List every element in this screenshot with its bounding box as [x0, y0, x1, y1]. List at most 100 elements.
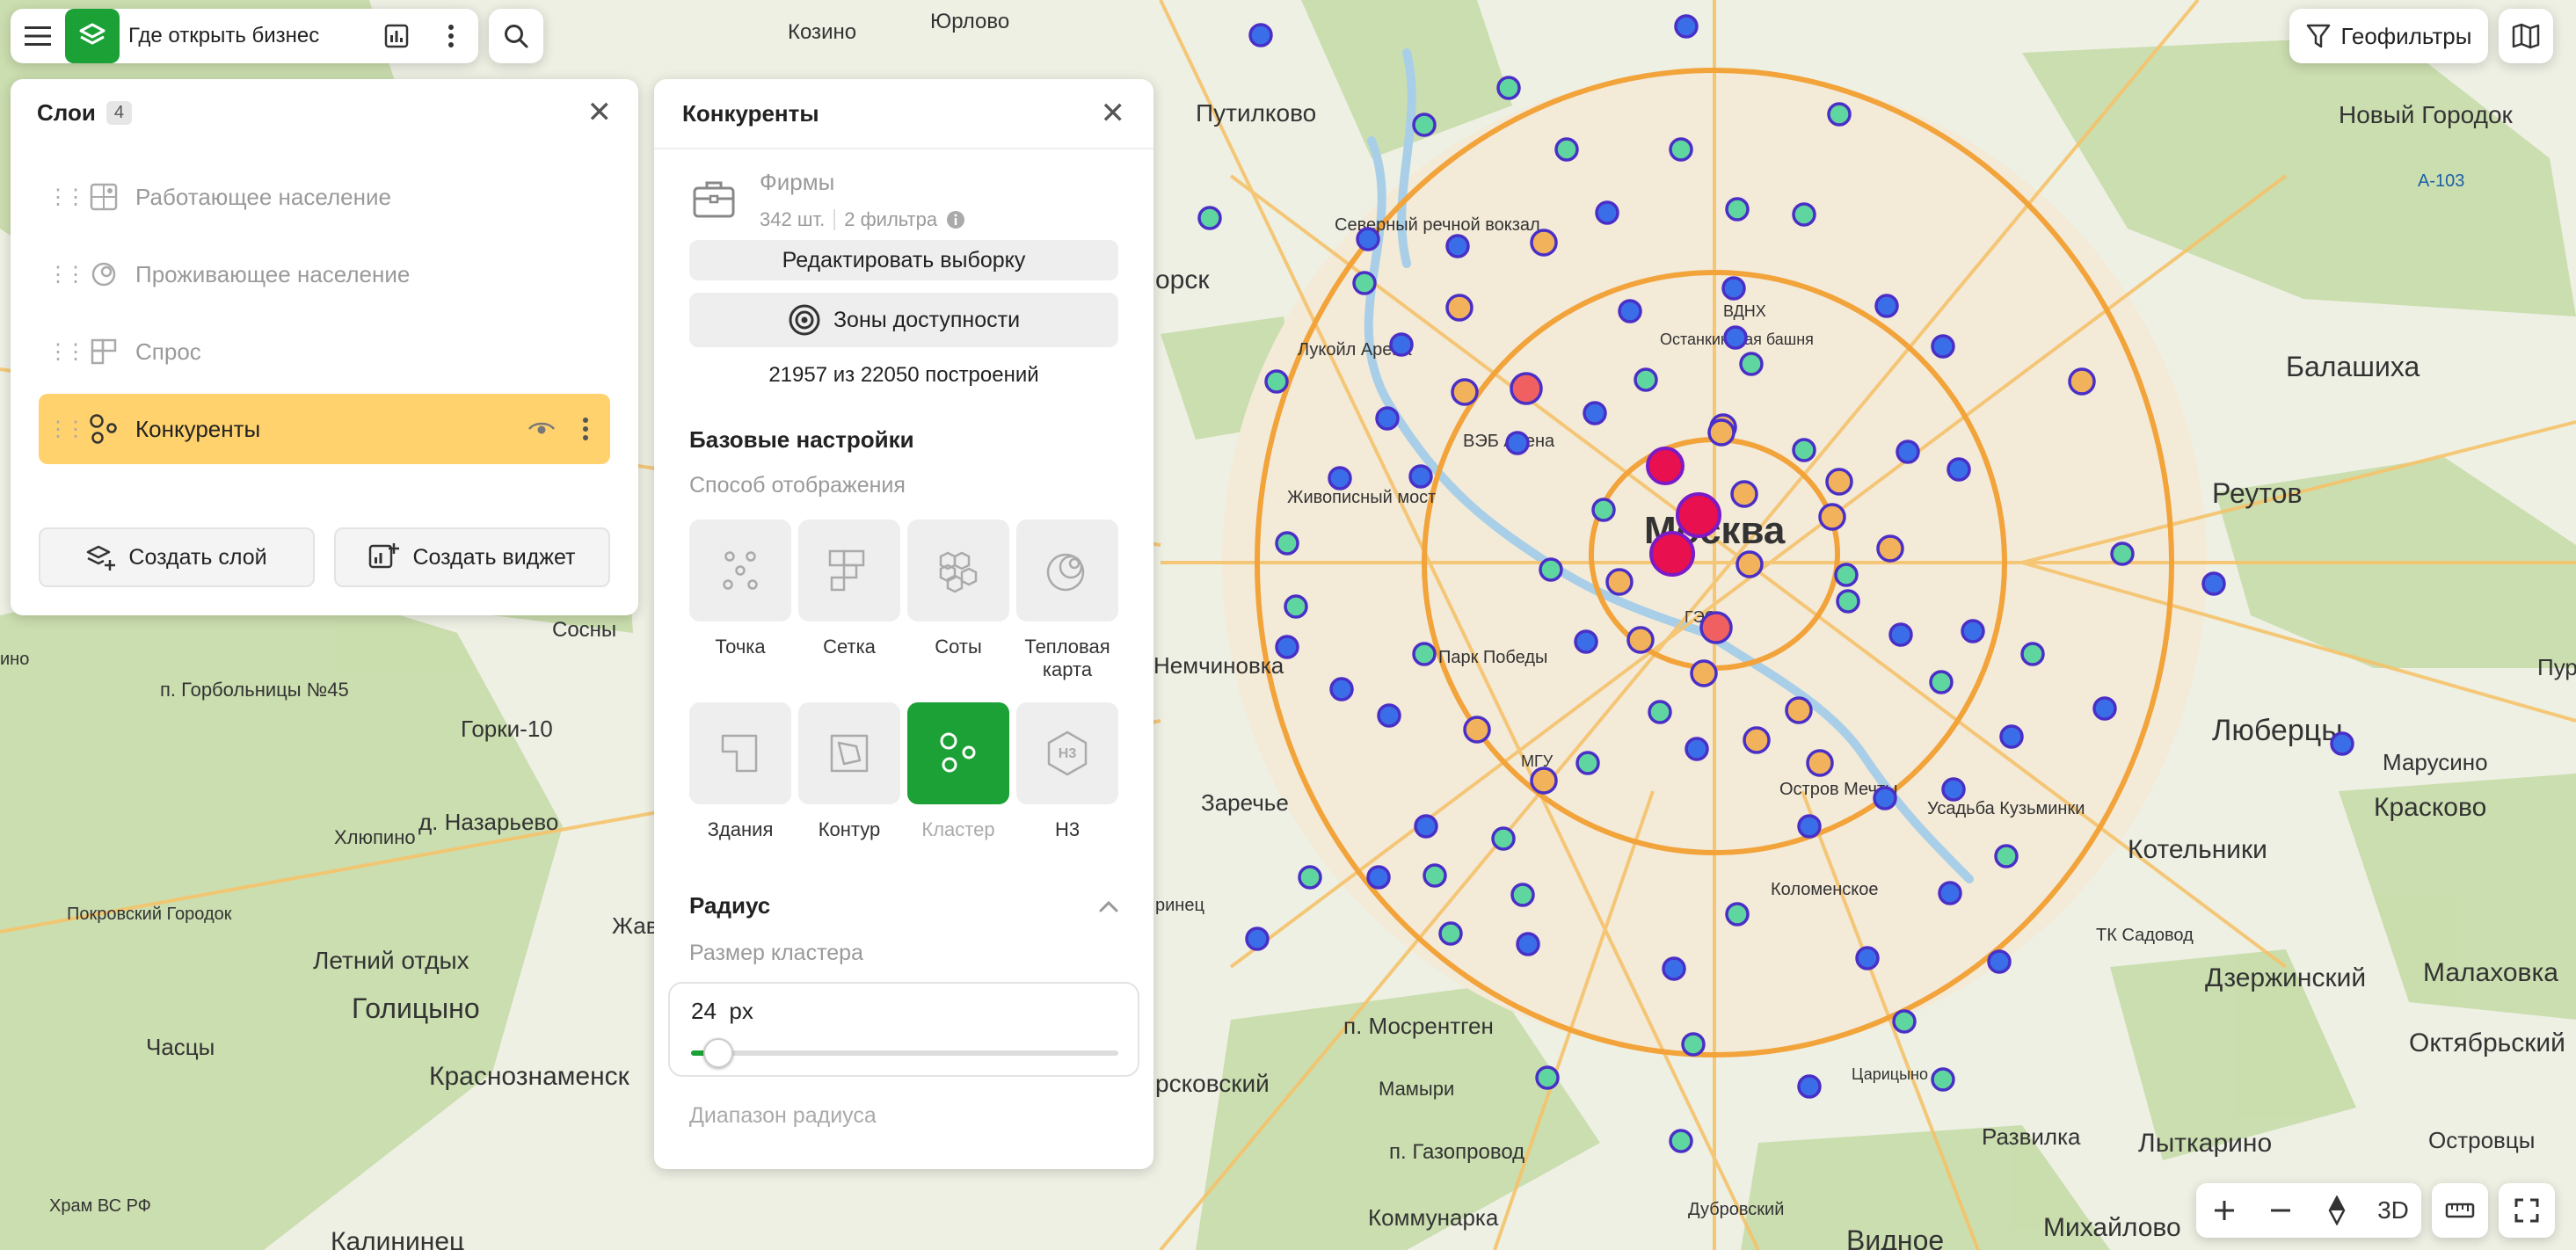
- layer-item-working-population[interactable]: ⋮⋮ Работающее население: [39, 162, 610, 232]
- cluster-marker-small[interactable]: [1634, 367, 1658, 392]
- cluster-marker-medium[interactable]: [1530, 767, 1558, 795]
- cluster-marker-small[interactable]: [1685, 737, 1709, 761]
- create-widget-button[interactable]: Создать виджет: [334, 527, 610, 587]
- accessibility-zones-button[interactable]: Зоны доступности: [689, 293, 1118, 347]
- cluster-marker-small[interactable]: [1412, 642, 1437, 666]
- cluster-marker-medium[interactable]: [1605, 568, 1634, 596]
- cluster-marker-large[interactable]: [1510, 372, 1543, 405]
- cluster-marker-small[interactable]: [1792, 202, 1816, 227]
- cluster-marker-small[interactable]: [1491, 826, 1516, 851]
- close-layers-button[interactable]: ✕: [587, 95, 613, 130]
- ruler-button[interactable]: [2432, 1183, 2488, 1238]
- cluster-marker-small[interactable]: [2020, 642, 2045, 666]
- cluster-marker-small[interactable]: [2110, 541, 2135, 566]
- cluster-marker-medium[interactable]: [1736, 550, 1764, 578]
- cluster-marker-small[interactable]: [1721, 276, 1746, 301]
- map-style-button[interactable]: [2499, 9, 2553, 63]
- cluster-marker-small[interactable]: [1669, 1129, 1693, 1153]
- cluster-marker-small[interactable]: [1375, 406, 1400, 431]
- cluster-marker-medium[interactable]: [1530, 229, 1558, 257]
- cluster-marker-medium[interactable]: [1876, 534, 1904, 563]
- cluster-marker-small[interactable]: [1797, 1074, 1822, 1099]
- edit-selection-button[interactable]: Редактировать выборку: [689, 240, 1118, 280]
- more-options-button[interactable]: [424, 9, 478, 63]
- cluster-marker-small[interactable]: [1574, 629, 1598, 654]
- cluster-marker-small[interactable]: [2092, 696, 2117, 721]
- cluster-marker-medium[interactable]: [1626, 626, 1655, 654]
- cluster-marker-small[interactable]: [1681, 1032, 1706, 1057]
- cluster-marker-small[interactable]: [1298, 865, 1322, 890]
- drag-handle-icon[interactable]: ⋮⋮: [47, 339, 86, 365]
- cluster-marker-large[interactable]: [1646, 447, 1685, 485]
- cluster-marker-small[interactable]: [1961, 619, 1985, 643]
- cluster-marker-small[interactable]: [1445, 234, 1470, 258]
- cluster-marker-small[interactable]: [1284, 594, 1308, 619]
- zoom-in-button[interactable]: [2196, 1183, 2252, 1238]
- mode-h3[interactable]: H3 Н3: [1016, 702, 1118, 868]
- cluster-marker-medium[interactable]: [1806, 749, 1834, 777]
- cluster-marker-small[interactable]: [1874, 294, 1899, 318]
- cluster-marker-small[interactable]: [1510, 883, 1535, 907]
- slider-thumb[interactable]: [703, 1038, 734, 1068]
- cluster-marker-small[interactable]: [1987, 949, 2012, 974]
- cluster-marker-small[interactable]: [1535, 1065, 1560, 1090]
- cluster-marker-small[interactable]: [1941, 777, 1966, 802]
- drag-handle-icon[interactable]: ⋮⋮: [47, 417, 86, 442]
- drag-handle-icon[interactable]: ⋮⋮: [47, 185, 86, 210]
- cluster-marker-small[interactable]: [1366, 865, 1391, 890]
- cluster-marker-small[interactable]: [1797, 814, 1822, 839]
- cluster-marker-small[interactable]: [1389, 332, 1414, 357]
- cluster-marker-small[interactable]: [1792, 438, 1816, 462]
- cluster-marker-small[interactable]: [1931, 334, 1955, 359]
- cluster-marker-medium[interactable]: [1818, 503, 1846, 531]
- cluster-marker-small[interactable]: [1275, 531, 1299, 556]
- mode-hexagons[interactable]: Соты: [907, 520, 1009, 685]
- cluster-marker-small[interactable]: [1595, 200, 1619, 225]
- cluster-size-value[interactable]: 24 px: [691, 998, 753, 1025]
- cluster-marker-small[interactable]: [1938, 881, 1962, 905]
- create-layer-button[interactable]: Создать слой: [39, 527, 315, 587]
- cluster-marker-small[interactable]: [1896, 440, 1920, 464]
- cluster-marker-small[interactable]: [1723, 325, 1748, 350]
- cluster-marker-medium[interactable]: [1707, 418, 1736, 447]
- cluster-marker-small[interactable]: [1873, 786, 1897, 810]
- cluster-marker-medium[interactable]: [1785, 696, 1813, 724]
- geofilters-button[interactable]: Геофильтры: [2289, 9, 2488, 63]
- mode-contour[interactable]: Контур: [798, 702, 900, 868]
- cluster-marker-small[interactable]: [1994, 844, 2019, 868]
- cluster-marker-small[interactable]: [1275, 635, 1299, 659]
- project-title[interactable]: Где открыть бизнес: [128, 24, 369, 48]
- cluster-marker-large[interactable]: [1649, 531, 1695, 577]
- cluster-marker-small[interactable]: [1834, 563, 1859, 587]
- cluster-marker-small[interactable]: [1739, 352, 1764, 376]
- cluster-marker-small[interactable]: [1855, 946, 1880, 970]
- cluster-marker-small[interactable]: [1827, 102, 1852, 127]
- cluster-marker-small[interactable]: [1197, 206, 1222, 230]
- cluster-marker-large[interactable]: [1676, 492, 1721, 538]
- drag-handle-icon[interactable]: ⋮⋮: [47, 262, 86, 287]
- cluster-marker-small[interactable]: [1929, 670, 1954, 694]
- kebab-icon[interactable]: [582, 417, 589, 441]
- cluster-marker-small[interactable]: [1931, 1067, 1955, 1092]
- cluster-marker-small[interactable]: [1505, 431, 1530, 455]
- cluster-marker-medium[interactable]: [1690, 659, 1718, 687]
- compass-button[interactable]: [2309, 1183, 2365, 1238]
- cluster-marker-small[interactable]: [1438, 921, 1463, 946]
- cluster-marker-small[interactable]: [2201, 571, 2226, 596]
- cluster-marker-medium[interactable]: [1451, 378, 1479, 406]
- close-competitors-button[interactable]: ✕: [1101, 96, 1126, 131]
- cluster-marker-small[interactable]: [1618, 299, 1642, 323]
- info-icon[interactable]: [946, 210, 965, 229]
- eye-icon[interactable]: [528, 420, 556, 438]
- toggle-3d-button[interactable]: 3D: [2365, 1183, 2421, 1238]
- cluster-marker-small[interactable]: [1836, 589, 1860, 614]
- cluster-marker-small[interactable]: [1245, 927, 1270, 951]
- cluster-marker-small[interactable]: [1408, 464, 1433, 489]
- cluster-marker-medium[interactable]: [1743, 726, 1771, 754]
- cluster-marker-small[interactable]: [1248, 23, 1273, 47]
- cluster-marker-small[interactable]: [1725, 197, 1750, 222]
- dashboard-button[interactable]: [369, 9, 424, 63]
- cluster-marker-small[interactable]: [1674, 14, 1699, 39]
- cluster-marker-small[interactable]: [1356, 227, 1380, 251]
- cluster-marker-small[interactable]: [2330, 731, 2354, 756]
